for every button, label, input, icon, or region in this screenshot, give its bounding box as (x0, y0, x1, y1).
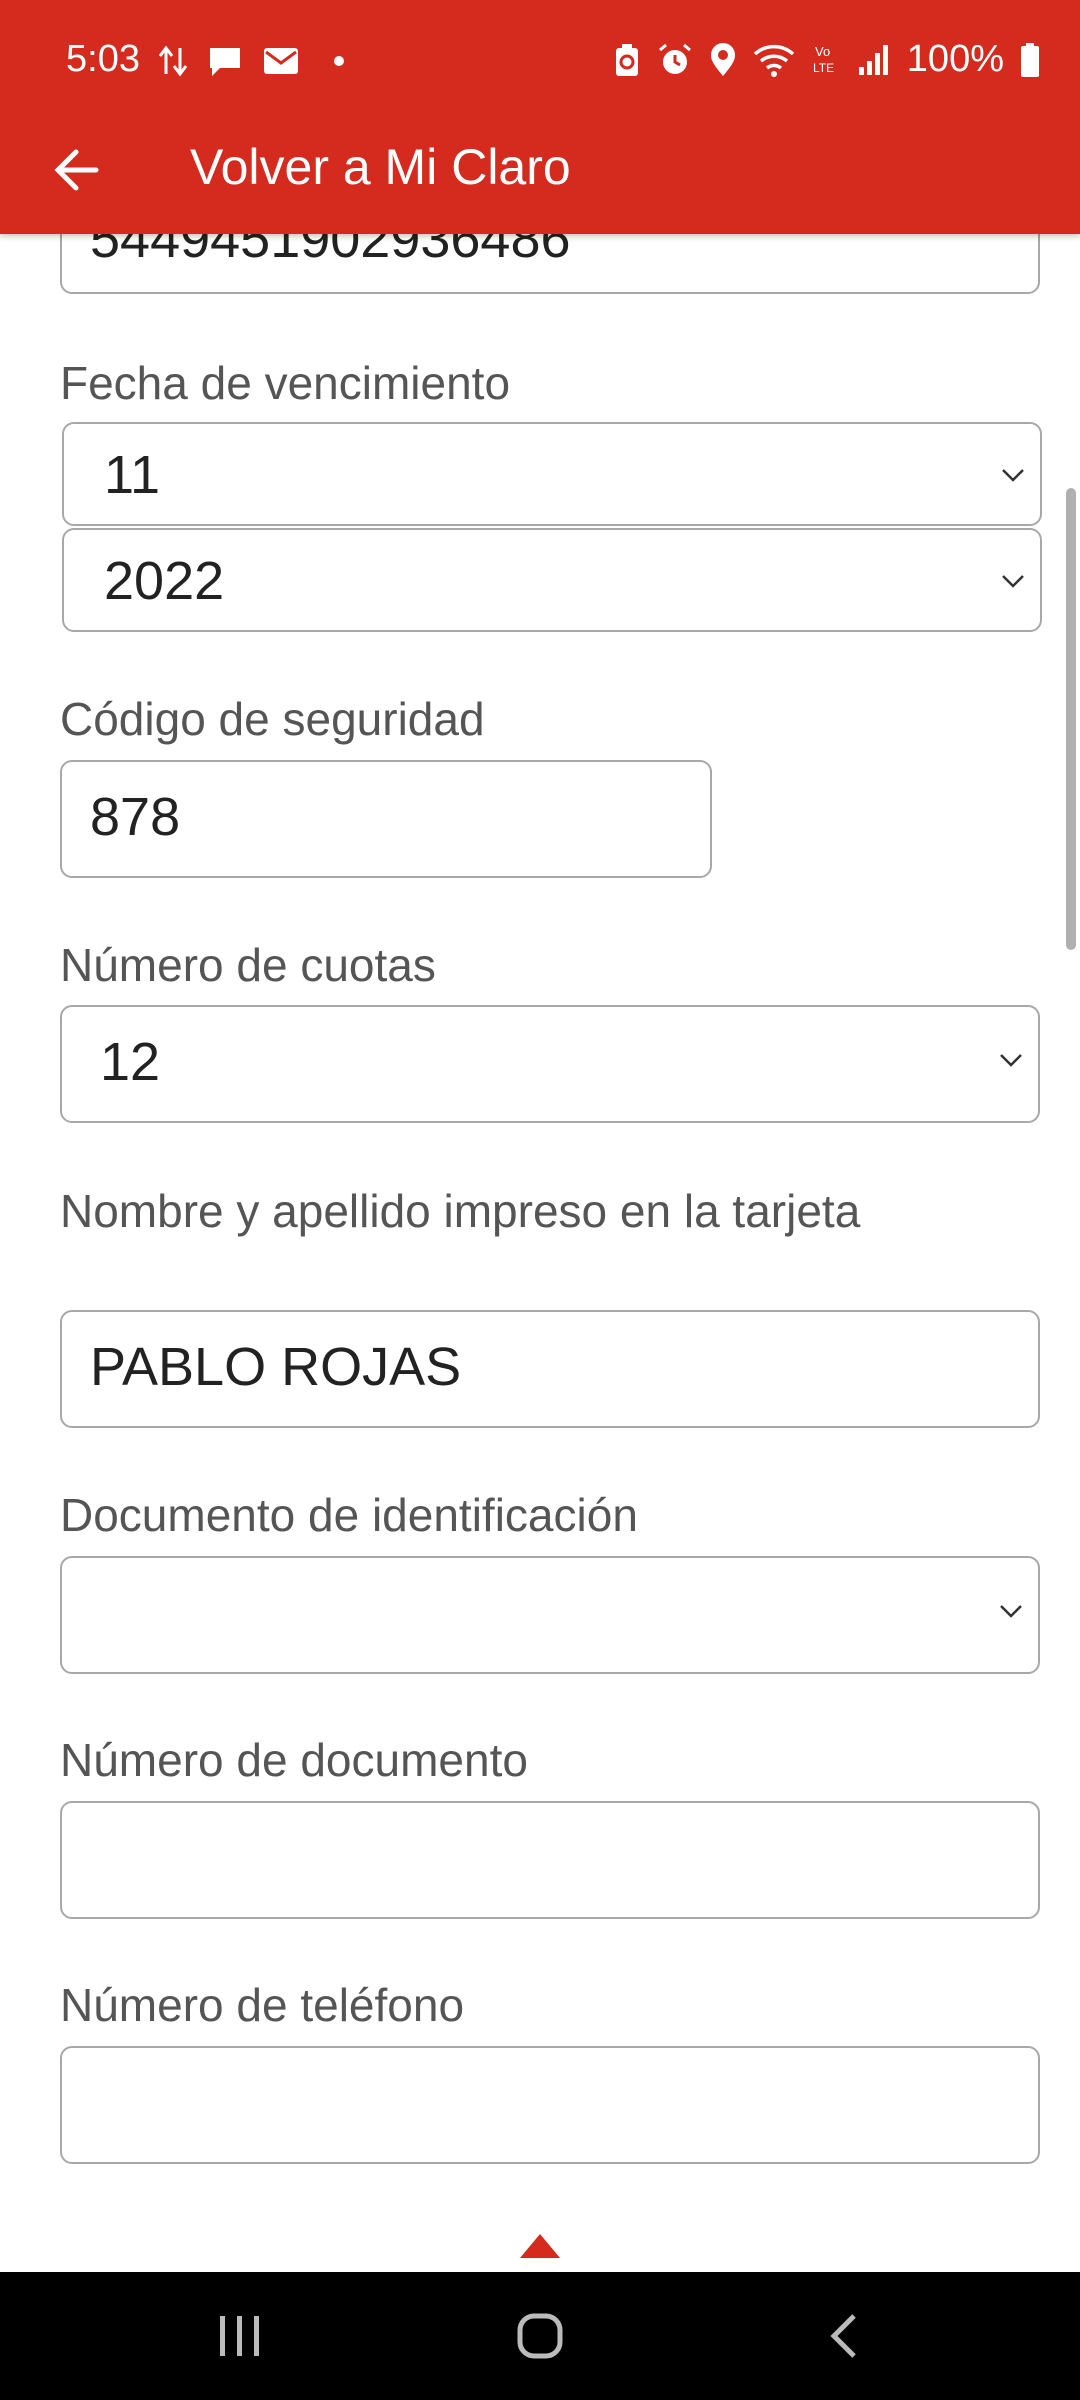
mail-icon (264, 48, 298, 74)
installments-select[interactable]: 12 (60, 1005, 1040, 1123)
battery-percent: 100% (906, 38, 1004, 80)
chevron-down-icon (1000, 1605, 1022, 1618)
security-code-input[interactable]: 878 (60, 760, 712, 878)
expiry-year-value: 2022 (104, 551, 225, 611)
expiry-month-value: 11 (104, 445, 161, 505)
home-icon[interactable] (516, 2312, 564, 2360)
svg-text:LTE: LTE (813, 61, 834, 75)
dot-icon (334, 56, 344, 66)
expiry-year-select[interactable]: 2022 (62, 528, 1042, 632)
back-icon[interactable] (828, 2312, 860, 2360)
system-nav-bar (0, 2272, 1080, 2400)
chevron-down-icon (1000, 1054, 1022, 1067)
location-icon (710, 42, 735, 76)
volte-icon: Vo LTE (813, 44, 834, 75)
recent-apps-icon[interactable] (218, 2312, 262, 2360)
scrollbar[interactable] (1066, 488, 1076, 950)
status-right-icons: Vo LTE 100% (613, 38, 1040, 81)
signal-icon (858, 44, 888, 75)
cardholder-name-input[interactable]: PABLO ROJAS (60, 1310, 1040, 1428)
installments-label: Número de cuotas (60, 939, 436, 991)
chevron-down-icon (1002, 575, 1024, 588)
scroll-up-arrow-icon[interactable] (518, 2232, 562, 2260)
id-document-label: Documento de identificación (60, 1489, 638, 1541)
back-arrow-icon[interactable] (48, 140, 108, 200)
cardholder-name-value: PABLO ROJAS (90, 1337, 462, 1397)
svg-text:Vo: Vo (815, 44, 830, 59)
wifi-icon (753, 44, 794, 77)
app-bar-title[interactable]: Volver a Mi Claro (190, 138, 571, 196)
phone-number-input[interactable] (60, 2046, 1040, 2164)
security-code-value: 878 (90, 787, 181, 847)
status-bar: 5:03 Vo LTE 100% (0, 0, 1080, 120)
header: 5:03 Vo LTE 100% Volver a Mi Claro (0, 0, 1080, 234)
alarm-icon (658, 43, 691, 74)
document-number-input[interactable] (60, 1801, 1040, 1919)
chevron-down-icon (1002, 469, 1024, 482)
battery-icon (1021, 42, 1039, 77)
app-bar: Volver a Mi Claro (0, 120, 1080, 234)
chat-icon (210, 48, 240, 76)
expiry-month-select[interactable]: 11 (62, 422, 1042, 526)
document-number-label: Número de documento (60, 1734, 528, 1786)
id-document-select[interactable] (60, 1556, 1040, 1674)
battery-saver-icon (615, 43, 638, 76)
cardholder-name-label: Nombre y apellido impreso en la tarjeta (60, 1185, 861, 1237)
installments-value: 12 (100, 1032, 161, 1092)
phone-number-label: Número de teléfono (60, 1979, 465, 2031)
status-time: 5:03 (66, 38, 140, 80)
data-arrows-icon (158, 45, 188, 77)
status-left-icons (158, 44, 346, 78)
security-code-label: Código de seguridad (60, 693, 485, 745)
expiry-label: Fecha de vencimiento (60, 357, 511, 409)
